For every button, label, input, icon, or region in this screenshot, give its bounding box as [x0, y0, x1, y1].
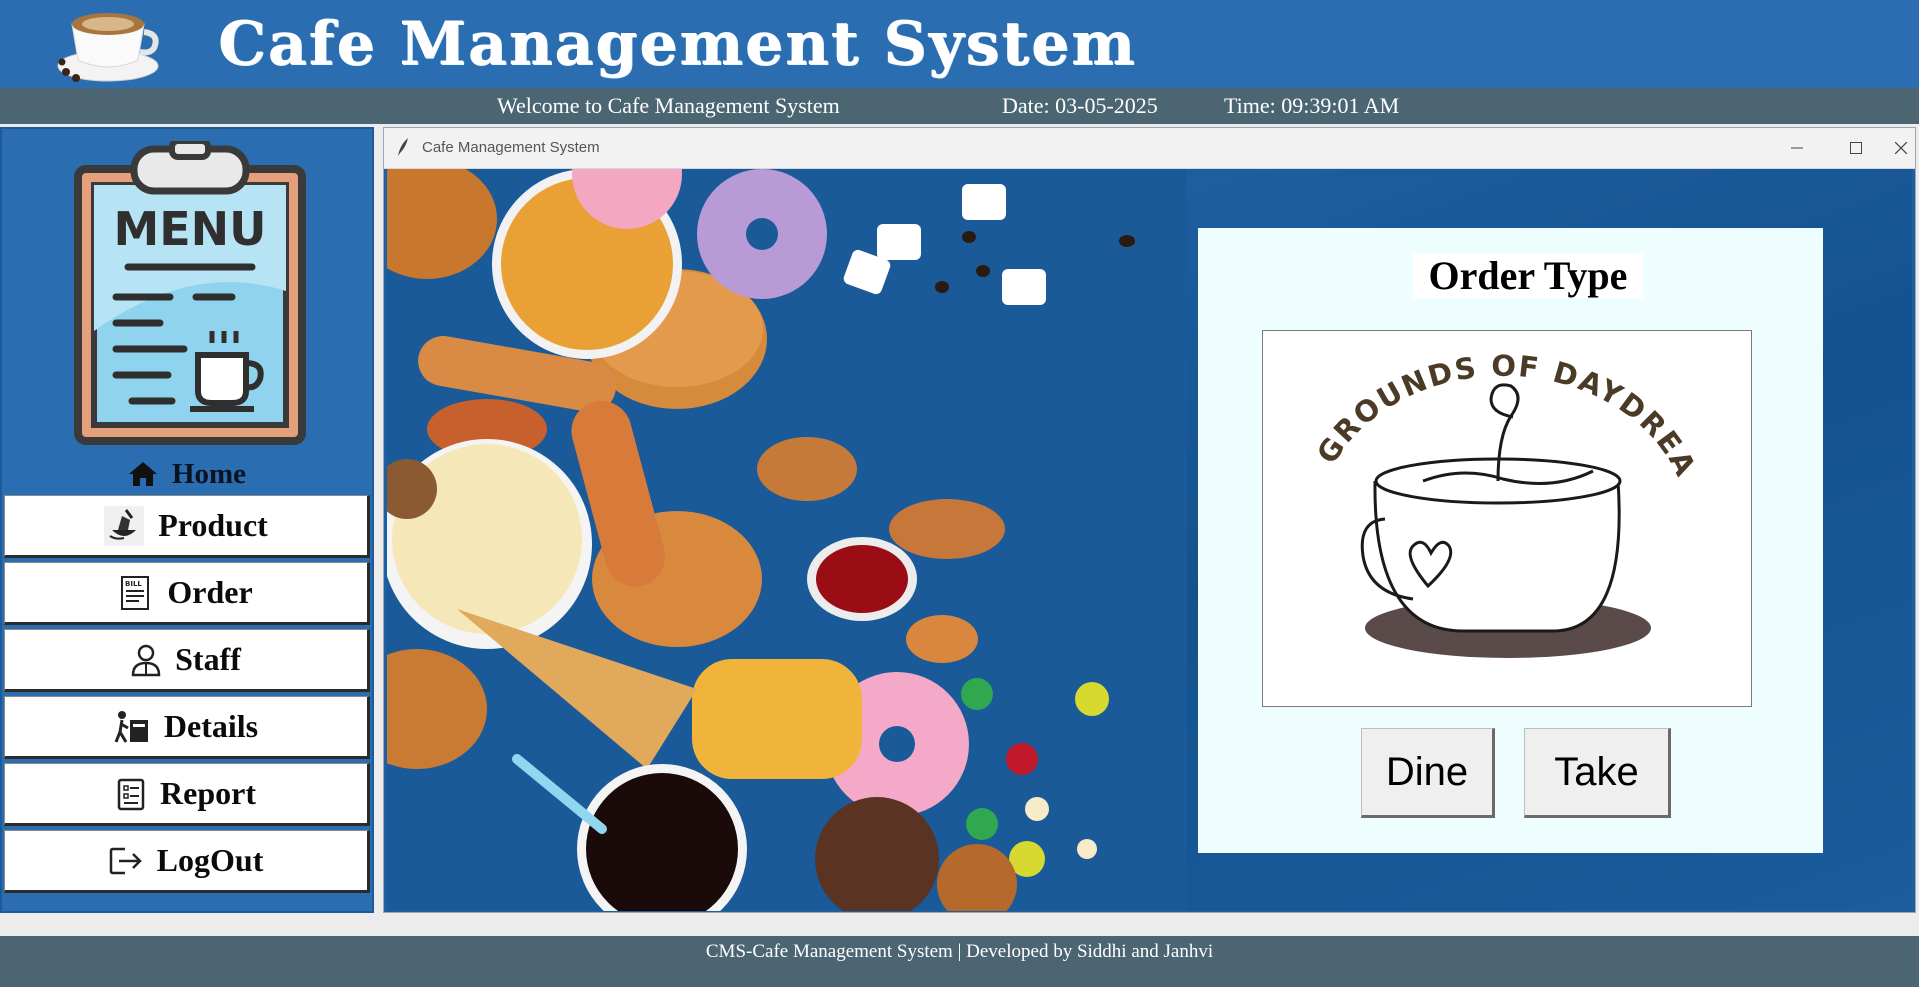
- window-content: Order Type GROUNDS OF DAYDREAM: [387, 169, 1912, 911]
- nav-product-button[interactable]: Product: [4, 495, 370, 558]
- close-icon: [1895, 142, 1907, 154]
- take-button[interactable]: Take: [1524, 728, 1671, 818]
- nav-report-label: Report: [160, 775, 256, 811]
- sidebar: MENU Home Product BILL Order Staff Detai…: [0, 127, 374, 913]
- nav-order-label: Order: [167, 574, 253, 610]
- logout-icon: [109, 847, 142, 874]
- window-titlebar[interactable]: Cafe Management System: [384, 128, 1915, 169]
- order-type-panel: Order Type GROUNDS OF DAYDREAM: [1198, 228, 1823, 853]
- nav-logout-button[interactable]: LogOut: [4, 830, 370, 893]
- svg-text:BILL: BILL: [125, 580, 142, 588]
- nav-details-label: Details: [163, 708, 259, 744]
- nav-details-button[interactable]: Details: [4, 696, 370, 759]
- coffee-logo-icon: GROUNDS OF DAYDREAM: [1248, 304, 1701, 658]
- footer-text: CMS-Cafe Management System | Developed b…: [705, 941, 1214, 962]
- window-title: Cafe Management System: [422, 139, 600, 156]
- nav-home-label: Home: [171, 457, 247, 490]
- dine-button[interactable]: Dine: [1361, 728, 1495, 818]
- nav-staff-button[interactable]: Staff: [4, 629, 370, 692]
- info-bar: Welcome to Cafe Management System Date: …: [0, 88, 1919, 124]
- nav-product-label: Product: [158, 507, 268, 543]
- close-button[interactable]: [1887, 128, 1915, 168]
- date-display: Date: 03-05-2025: [1002, 93, 1158, 118]
- nav-order-button[interactable]: BILL Order: [4, 562, 370, 625]
- product-icon: [104, 505, 145, 546]
- nav-logout-label: LogOut: [156, 842, 264, 878]
- cafe-window: Cafe Management System Order Type GROUND…: [383, 127, 1916, 913]
- welcome-text: Welcome to Cafe Management System: [497, 93, 840, 118]
- footer: CMS-Cafe Management System | Developed b…: [0, 936, 1919, 987]
- home-icon: [128, 462, 157, 486]
- nav-report-button[interactable]: Report: [4, 763, 370, 826]
- menu-board-icon: MENU: [74, 141, 306, 445]
- report-icon: [117, 778, 145, 810]
- minimize-icon: [1791, 147, 1803, 149]
- minimize-button[interactable]: [1769, 128, 1825, 168]
- app-header: Cafe Management System: [0, 0, 1919, 88]
- maximize-button[interactable]: [1828, 128, 1884, 168]
- coffee-cup-icon: [57, 13, 159, 82]
- maximize-icon: [1850, 142, 1862, 154]
- order-type-title: Order Type: [1413, 254, 1643, 298]
- menu-board-text: MENU: [113, 202, 266, 256]
- grounds-of-daydream-logo: GROUNDS OF DAYDREAM: [1248, 304, 1752, 707]
- time-display: Time: 09:39:01 AM: [1224, 93, 1400, 118]
- bill-icon: BILL: [121, 575, 150, 610]
- nav-home[interactable]: Home: [2, 449, 372, 499]
- food-collage-image: [387, 169, 1187, 911]
- app-title: Cafe Management System: [218, 9, 1137, 79]
- details-icon: [114, 710, 148, 743]
- nav-staff-label: Staff: [175, 641, 241, 677]
- staff-icon: [131, 644, 161, 676]
- feather-icon: [398, 138, 408, 156]
